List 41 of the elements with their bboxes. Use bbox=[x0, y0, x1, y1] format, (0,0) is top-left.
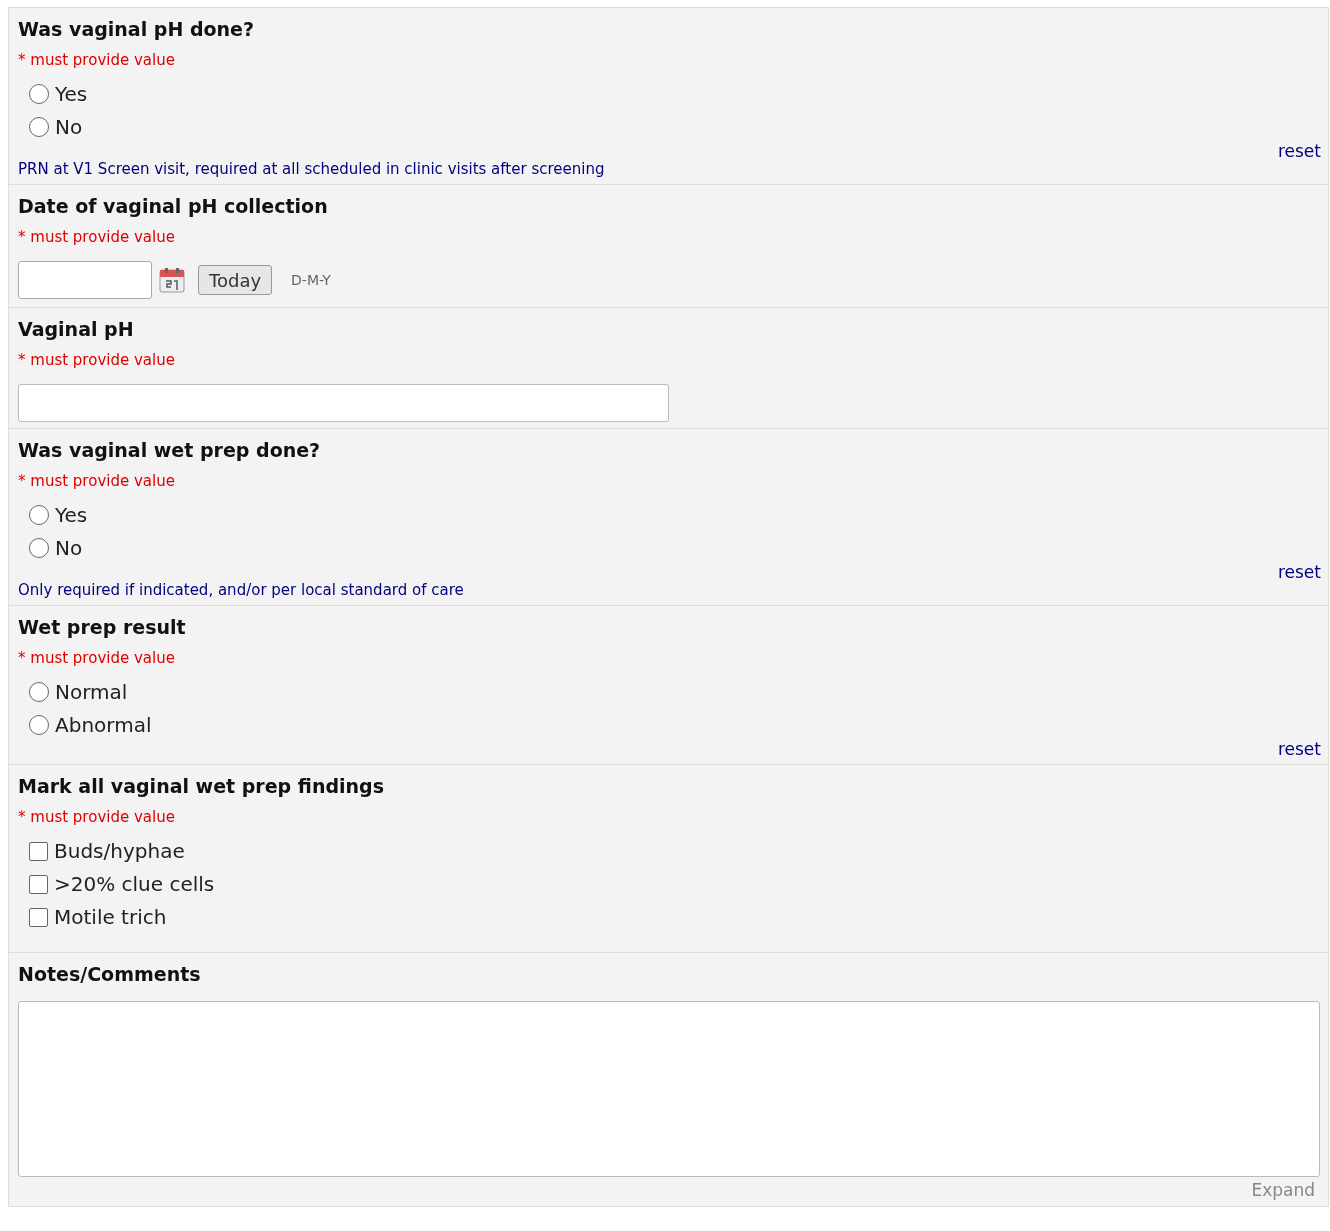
date-format-hint: D-M-Y bbox=[291, 270, 331, 290]
date-input-field[interactable] bbox=[18, 261, 152, 299]
option-label: No bbox=[55, 115, 83, 139]
checkbox[interactable] bbox=[29, 841, 48, 861]
radio-button[interactable] bbox=[29, 84, 49, 104]
required-note: * must provide value bbox=[18, 807, 176, 827]
help-note: Only required if indicated, and/or per local standard of care bbox=[18, 580, 464, 600]
help-note: PRN at V1 Screen visit, required at all scheduled in clinic visits after screening bbox=[18, 159, 605, 179]
radio-button[interactable] bbox=[29, 505, 49, 525]
option-label: Buds/hyphae bbox=[54, 839, 185, 863]
option-label: Yes bbox=[55, 503, 88, 527]
option-label: Yes bbox=[55, 82, 88, 106]
field-label: Was vaginal pH done? bbox=[18, 17, 256, 42]
checkbox[interactable] bbox=[29, 874, 48, 894]
radio-button[interactable] bbox=[29, 715, 49, 735]
radio-button[interactable] bbox=[29, 538, 49, 558]
required-note: * must provide value bbox=[18, 648, 176, 668]
option-label: Motile trich bbox=[54, 905, 167, 929]
reset-link[interactable]: reset bbox=[1277, 562, 1321, 582]
option-label: Abnormal bbox=[55, 713, 152, 737]
text-input-field[interactable] bbox=[18, 384, 669, 422]
checkbox[interactable] bbox=[29, 907, 48, 927]
radio-button[interactable] bbox=[29, 117, 49, 137]
field-label: Was vaginal wet prep done? bbox=[18, 438, 322, 463]
reset-link[interactable]: reset bbox=[1277, 141, 1321, 161]
field-label: Mark all vaginal wet prep findings bbox=[18, 774, 385, 799]
field-label: Date of vaginal pH collection bbox=[18, 194, 329, 219]
option-label: No bbox=[55, 536, 83, 560]
calendar-icon[interactable] bbox=[159, 267, 185, 293]
required-note: * must provide value bbox=[18, 50, 176, 70]
radio-button[interactable] bbox=[29, 682, 49, 702]
option-label: Normal bbox=[55, 680, 128, 704]
today-button[interactable]: Today bbox=[198, 265, 273, 295]
field-label: Wet prep result bbox=[18, 615, 187, 640]
option-label: >20% clue cells bbox=[54, 872, 215, 896]
reset-link[interactable]: reset bbox=[1277, 739, 1321, 759]
required-note: * must provide value bbox=[18, 350, 176, 370]
required-note: * must provide value bbox=[18, 471, 176, 491]
field-label: Notes/Comments bbox=[18, 962, 202, 987]
field-label: Vaginal pH bbox=[18, 317, 135, 342]
required-note: * must provide value bbox=[18, 227, 176, 247]
